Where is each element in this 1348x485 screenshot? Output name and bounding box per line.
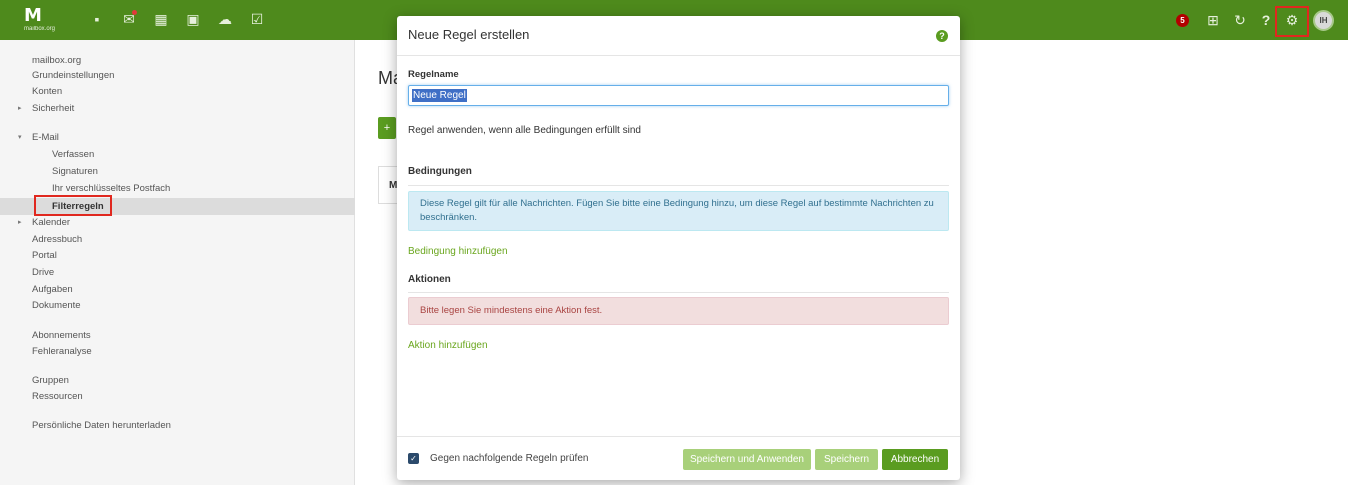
apps-grid-icon[interactable]: ▪ xyxy=(88,10,106,28)
sidebar-item-signaturen[interactable]: Signaturen xyxy=(52,163,98,180)
mail-icon[interactable]: ✉ xyxy=(120,10,138,28)
sidebar-item-aufgaben[interactable]: Aufgaben xyxy=(32,281,73,298)
cancel-button[interactable]: Abbrechen xyxy=(882,449,948,470)
sidebar-item-konten[interactable]: Konten xyxy=(32,83,62,100)
conditions-heading: Bedingungen xyxy=(408,166,472,177)
calendar-icon[interactable]: ▦ xyxy=(152,10,170,28)
sidebar-item-portal[interactable]: Portal xyxy=(32,247,57,264)
subsequent-rules-label[interactable]: Gegen nachfolgende Regeln prüfen xyxy=(430,453,588,464)
sidebar-item-abonnements[interactable]: Abonnements xyxy=(32,327,91,344)
sidebar-item-persoenliche-daten[interactable]: Persönliche Daten herunterladen xyxy=(32,417,171,434)
actions-divider xyxy=(408,292,949,293)
rule-name-label: Regelname xyxy=(408,69,459,80)
rule-name-value: Neue Regel xyxy=(412,89,467,102)
conditions-divider xyxy=(408,185,949,186)
save-button[interactable]: Speichern xyxy=(815,449,878,470)
sidebar-item-dokumente[interactable]: Dokumente xyxy=(32,297,81,314)
refresh-icon[interactable]: ↻ xyxy=(1231,11,1249,29)
mailbox-logo[interactable]: M mailbox.org xyxy=(24,7,64,35)
settings-sidebar: mailbox.org Grundeinstellungen Konten ▸ S… xyxy=(0,40,355,485)
tasks-icon[interactable]: ☑ xyxy=(248,10,266,28)
add-action-link[interactable]: Aktion hinzufügen xyxy=(408,340,488,351)
settings-highlight xyxy=(1275,6,1309,37)
conditions-info-box: Diese Regel gilt für alle Nachrichten. F… xyxy=(408,191,949,231)
caret-right-icon[interactable]: ▸ xyxy=(18,214,22,231)
sidebar-item-kalender[interactable]: ▸ Kalender xyxy=(18,214,71,231)
launcher-grid-icon[interactable]: ⊞ xyxy=(1204,11,1222,29)
sidebar-item-verfassen[interactable]: Verfassen xyxy=(52,146,94,163)
sidebar-item-ressourcen[interactable]: Ressourcen xyxy=(32,388,83,405)
rule-list-card: M xyxy=(378,166,398,204)
avatar[interactable]: IH xyxy=(1313,10,1334,31)
sidebar-item-label: Sicherheit xyxy=(32,103,75,114)
cloud-icon[interactable]: ☁ xyxy=(216,10,234,28)
help-icon[interactable]: ? xyxy=(1257,11,1275,29)
notification-badge[interactable]: 5 xyxy=(1176,14,1189,27)
caret-down-icon[interactable]: ▾ xyxy=(18,129,22,146)
apply-condition-text: Regel anwenden, wenn alle Bedingungen er… xyxy=(408,125,641,136)
sidebar-item-drive[interactable]: Drive xyxy=(32,264,54,281)
logo-mark: M xyxy=(24,5,42,26)
contacts-icon[interactable]: ▣ xyxy=(184,10,202,28)
sidebar-item-label: Kalender xyxy=(32,217,71,228)
filterregeln-highlight xyxy=(34,195,112,216)
add-condition-link[interactable]: Bedingung hinzufügen xyxy=(408,246,508,257)
logo-subtitle: mailbox.org xyxy=(24,26,56,32)
unread-dot xyxy=(132,10,137,15)
sidebar-item-grundeinstellungen[interactable]: Grundeinstellungen xyxy=(32,67,114,84)
sidebar-item-fehleranalyse[interactable]: Fehleranalyse xyxy=(32,343,92,360)
sidebar-item-label: E-Mail xyxy=(32,132,59,143)
sidebar-item-adressbuch[interactable]: Adressbuch xyxy=(32,231,82,248)
dialog-title: Neue Regel erstellen xyxy=(408,27,530,42)
sidebar-item-sicherheit[interactable]: ▸ Sicherheit xyxy=(18,100,75,117)
sidebar-item-gruppen[interactable]: Gruppen xyxy=(32,372,69,389)
actions-warning-box: Bitte legen Sie mindestens eine Aktion f… xyxy=(408,297,949,325)
subsequent-rules-checkbox[interactable]: ✓ xyxy=(408,453,419,464)
question-circle-icon[interactable]: ? xyxy=(936,30,948,42)
caret-right-icon[interactable]: ▸ xyxy=(18,100,22,117)
check-icon: ✓ xyxy=(410,454,417,463)
new-rule-dialog: Neue Regel erstellen ? Regelname Neue Re… xyxy=(397,16,960,480)
actions-heading: Aktionen xyxy=(408,274,451,285)
dialog-footer: ✓ Gegen nachfolgende Regeln prüfen Speic… xyxy=(397,436,960,480)
sidebar-item-email[interactable]: ▾ E-Mail xyxy=(18,129,59,146)
rule-name-input[interactable] xyxy=(408,85,949,106)
save-and-apply-button[interactable]: Speichern und Anwenden xyxy=(683,449,811,470)
add-rule-button[interactable]: + xyxy=(378,117,396,139)
dialog-header: Neue Regel erstellen ? xyxy=(397,16,960,56)
